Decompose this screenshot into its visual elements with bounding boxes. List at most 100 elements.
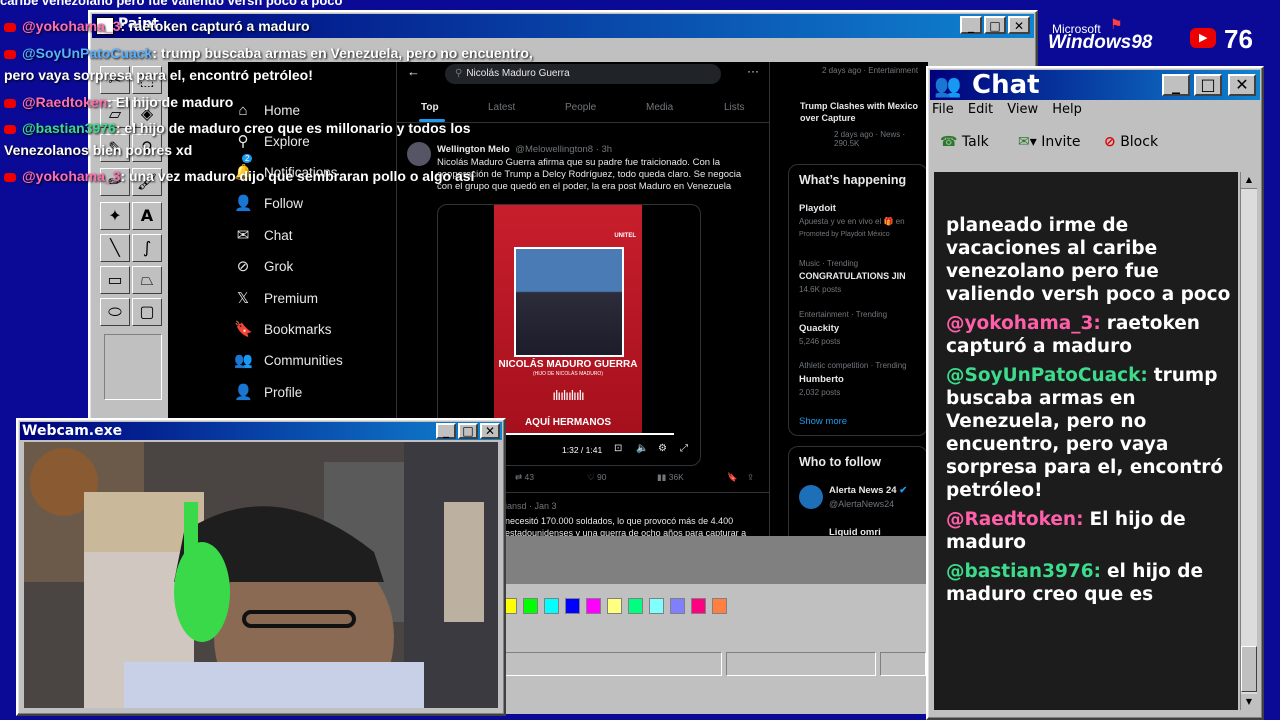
palette-swatch[interactable]: [691, 598, 706, 614]
fullscreen-icon[interactable]: ⤢: [680, 443, 688, 454]
text-tool-icon[interactable]: A: [132, 202, 162, 230]
tweet-2-handle: iansd · Jan 3: [505, 501, 557, 511]
status-segment-2: [726, 652, 876, 676]
chat-messages[interactable]: planeado irme de vacaciones al caribe ve…: [934, 172, 1238, 710]
line-tool-icon[interactable]: ╲: [100, 234, 130, 262]
nav-premium[interactable]: 𝕏 Premium: [234, 286, 318, 310]
chat-minimize-button[interactable]: _: [1162, 74, 1190, 96]
trend-2-meta: Entertainment · Trending: [799, 310, 888, 319]
palette-swatch[interactable]: [523, 598, 538, 614]
show-more-link[interactable]: Show more: [799, 416, 847, 427]
trend-3-title[interactable]: Humberto: [799, 374, 844, 385]
search-input[interactable]: ⚲ Nicolás Maduro Guerra: [445, 64, 721, 84]
talk-button[interactable]: ☎ Talk: [940, 134, 989, 150]
chat-close-button[interactable]: ✕: [1228, 74, 1256, 96]
webcam-minimize-button[interactable]: _: [436, 423, 456, 439]
follow-handle: @AlertaNews24: [829, 499, 895, 509]
minimize-button[interactable]: _: [960, 16, 982, 34]
scroll-down-button[interactable]: ▼: [1241, 694, 1257, 710]
avatar[interactable]: [407, 142, 431, 166]
tweet-2-text: necesitó 170.000 soldados, lo que provoc…: [505, 516, 747, 536]
ellipse-tool-icon[interactable]: ⬭: [100, 298, 130, 326]
menu-view[interactable]: View: [1007, 102, 1038, 117]
settings-icon[interactable]: ⚙: [658, 443, 667, 454]
invite-button[interactable]: ✉▾ Invite: [1018, 134, 1081, 150]
video-progress[interactable]: [494, 433, 674, 435]
overlay-text: : raetoken capturó a maduro: [120, 18, 310, 34]
tweet-author[interactable]: Wellington Melo: [437, 144, 510, 155]
chat-maximize-button[interactable]: □: [1194, 74, 1222, 96]
retweet-icon[interactable]: ⇄ 43: [515, 472, 534, 483]
video-subtitle: (HIJO DE NICOLÁS MADURO): [532, 371, 603, 377]
bookmark-icon[interactable]: 🔖: [727, 472, 738, 483]
back-arrow-icon[interactable]: ←: [407, 64, 420, 79]
palette-swatch[interactable]: [712, 598, 727, 614]
rectangle-tool-icon[interactable]: ▭: [100, 266, 130, 294]
volume-icon[interactable]: 🔈: [636, 443, 648, 454]
follow-name[interactable]: Alerta News 24 ✔: [829, 485, 907, 496]
home-icon: ⌂: [238, 101, 248, 119]
chat-username[interactable]: @yokohama_3:: [946, 313, 1101, 334]
webcam-close-button[interactable]: ✕: [480, 423, 500, 439]
chat-username[interactable]: @bastian3976:: [946, 561, 1101, 582]
curve-tool-icon[interactable]: ∫: [132, 234, 162, 262]
palette-swatch[interactable]: [607, 598, 622, 614]
palette-swatch[interactable]: [649, 598, 664, 614]
tab-top[interactable]: Top: [421, 102, 439, 113]
captions-icon[interactable]: ⊡: [614, 443, 622, 454]
palette-swatch[interactable]: [670, 598, 685, 614]
maximize-button[interactable]: □: [984, 16, 1006, 34]
news-title[interactable]: Trump Clashes with Mexico over Capture: [800, 100, 928, 124]
overlay-text: Venezolanos bien pobres xd: [4, 142, 193, 158]
chat-scrollbar[interactable]: ▲ ▼: [1240, 172, 1257, 710]
tab-lists[interactable]: Lists: [724, 102, 745, 113]
tab-people[interactable]: People: [565, 102, 596, 113]
menu-help[interactable]: Help: [1052, 102, 1082, 117]
palette-swatch[interactable]: [565, 598, 580, 614]
promo-title[interactable]: Playdoit: [799, 203, 836, 214]
tab-latest[interactable]: Latest: [488, 102, 515, 113]
follow-avatar[interactable]: [799, 485, 823, 509]
chat-username[interactable]: @Raedtoken:: [946, 509, 1084, 530]
airbrush-tool-icon[interactable]: ✦: [100, 202, 130, 230]
share-icon[interactable]: ⇪: [747, 472, 754, 483]
scroll-up-button[interactable]: ▲: [1241, 172, 1257, 189]
trend-1-title[interactable]: CONGRATULATIONS JIN: [799, 271, 906, 281]
chat-window: 👥 Chat _ □ ✕ File Edit View Help ☎ Talk …: [926, 66, 1264, 720]
nav-follow[interactable]: 👤 Follow: [234, 191, 303, 215]
nav-home[interactable]: ⌂ Home: [234, 98, 300, 122]
polygon-tool-icon[interactable]: ⏢: [132, 266, 162, 294]
video-brand: UNITEL: [614, 233, 636, 239]
audio-wave-icon: ılıılıılıılı: [552, 387, 585, 403]
whats-happening-title: What’s happening: [799, 173, 907, 187]
rounded-rect-tool-icon[interactable]: ▢: [132, 298, 162, 326]
block-button[interactable]: ⊘ Block: [1104, 134, 1158, 150]
scroll-thumb[interactable]: [1241, 646, 1257, 692]
nav-profile[interactable]: 👤 Profile: [234, 380, 302, 404]
trend-2-title[interactable]: Quackity: [799, 323, 839, 334]
nav-grok[interactable]: ⊘ Grok: [234, 254, 294, 278]
who-to-follow-title: Who to follow: [799, 455, 881, 469]
nav-bookmarks[interactable]: 🔖 Bookmarks: [234, 317, 332, 341]
paint-canvas-area[interactable]: [500, 536, 926, 584]
nav-communities[interactable]: 👥 Communities: [234, 348, 343, 372]
palette-swatch[interactable]: [586, 598, 601, 614]
views-icon[interactable]: ▮▮ 36K: [657, 472, 684, 483]
windows98-text: Windows98: [1048, 32, 1153, 53]
more-options-icon[interactable]: ···: [747, 64, 759, 78]
menu-edit[interactable]: Edit: [968, 102, 993, 117]
follow-next[interactable]: Liquid omri: [829, 527, 881, 536]
webcam-maximize-button[interactable]: □: [458, 423, 478, 439]
trend-3-meta: Athletic competition · Trending: [799, 361, 907, 370]
like-icon[interactable]: ♡ 90: [587, 472, 606, 483]
close-button[interactable]: ✕: [1008, 16, 1030, 34]
palette-swatch[interactable]: [628, 598, 643, 614]
chat-username[interactable]: @SoyUnPatoCuack:: [946, 365, 1148, 386]
tool-options-box[interactable]: [104, 334, 162, 400]
palette-swatch[interactable]: [544, 598, 559, 614]
nav-chat[interactable]: ✉ Chat: [234, 223, 293, 247]
webcam-feed: [24, 442, 498, 708]
video-name: NICOLÁS MADURO GUERRA: [498, 359, 638, 370]
menu-file[interactable]: File: [932, 102, 954, 117]
tab-media[interactable]: Media: [646, 102, 673, 113]
